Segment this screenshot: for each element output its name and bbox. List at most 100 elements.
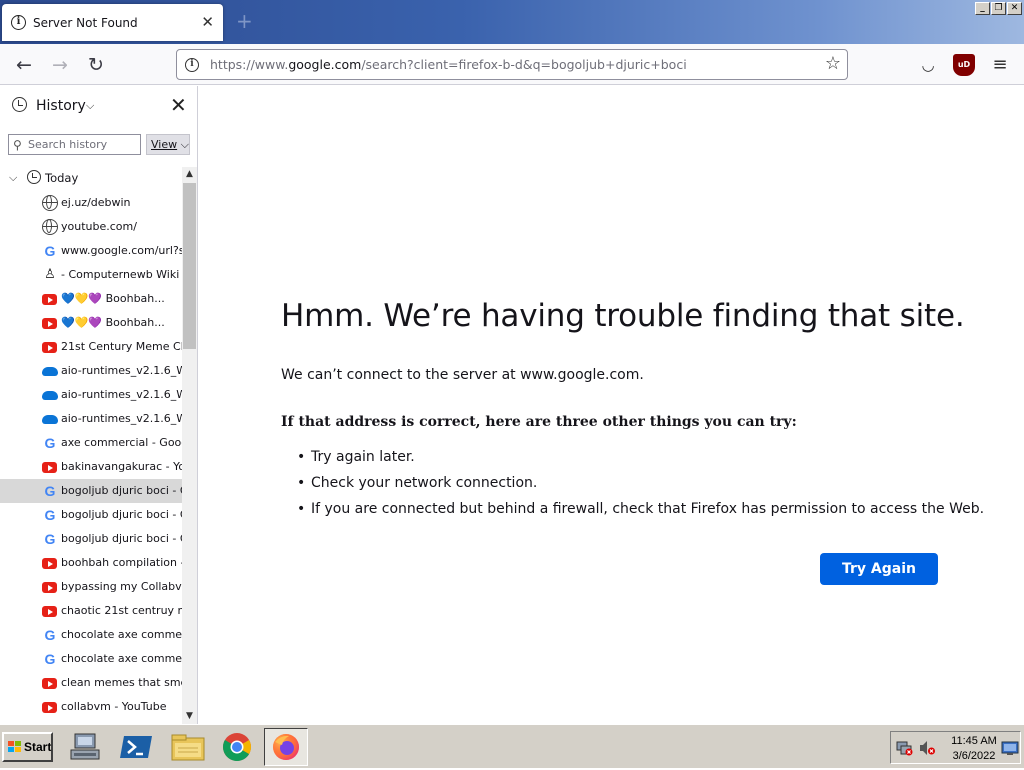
start-label: Start <box>24 740 52 754</box>
history-item-label: youtube.com/ <box>61 220 137 233</box>
sidebar-close-button[interactable]: ✕ <box>170 92 187 118</box>
history-item-label: www.google.com/url?sa= <box>61 244 182 257</box>
hamburger-menu-icon[interactable]: ≡ <box>989 54 1011 76</box>
youtube-icon <box>42 462 57 473</box>
error-page: Hmm. We’re having trouble finding that s… <box>199 86 1024 724</box>
history-group-today[interactable]: ⌵ Today <box>0 167 182 189</box>
suggestion-item: If you are connected but behind a firewa… <box>297 496 984 522</box>
error-description: We can’t connect to the server at www.go… <box>281 367 644 383</box>
new-tab-button[interactable]: + <box>236 11 253 31</box>
try-again-button[interactable]: Try Again <box>820 553 938 585</box>
restore-button[interactable]: ❐ <box>991 2 1006 15</box>
network-icon[interactable] <box>63 728 107 766</box>
forward-button[interactable]: → <box>47 52 73 78</box>
history-item[interactable]: ♙ - Computernewb Wiki <box>0 263 182 287</box>
history-group-label: Today <box>45 171 79 185</box>
error-title: Hmm. We’re having trouble finding that s… <box>281 298 965 334</box>
scroll-down-arrow-icon[interactable]: ▼ <box>182 709 197 724</box>
history-item[interactable]: Gchocolate axe commercia <box>0 623 182 647</box>
chevron-down-icon: ⌵ <box>180 138 189 151</box>
explorer-icon[interactable] <box>166 728 210 766</box>
clock-date[interactable]: 3/6/2022 <box>951 749 997 763</box>
history-search-box[interactable]: ⚲ <box>8 134 141 155</box>
chrome-icon[interactable] <box>215 728 259 766</box>
ublock-origin-icon[interactable]: uD <box>953 54 975 76</box>
history-item[interactable]: Gchocolate axe commercia <box>0 647 182 671</box>
error-suggestions-heading: If that address is correct, here are thr… <box>281 414 797 430</box>
google-icon: G <box>44 507 56 523</box>
history-item[interactable]: aio-runtimes_v2.1.6_Win <box>0 359 182 383</box>
history-item[interactable]: aio-runtimes_v2.1.6_Win <box>0 407 182 431</box>
today-clock-icon <box>27 170 41 184</box>
site-info-icon[interactable]: i <box>185 58 199 72</box>
sidebar-scrollbar[interactable]: ▲ ▼ <box>182 167 197 724</box>
powershell-icon[interactable] <box>115 728 159 766</box>
history-item-label: bogoljub djuric boci - Goo <box>61 484 182 497</box>
pocket-icon[interactable]: ◡ <box>917 54 939 76</box>
firefox-icon[interactable] <box>264 728 308 766</box>
history-item[interactable]: Gbogoljub djuric boci - Goo <box>0 479 182 503</box>
history-item[interactable]: bypassing my Collabvm b <box>0 575 182 599</box>
history-item[interactable]: youtube.com/ <box>0 215 182 239</box>
google-icon: G <box>44 483 56 499</box>
onedrive-icon <box>42 391 58 400</box>
history-item-label: - Computernewb Wiki <box>61 268 180 281</box>
windows-logo-icon <box>8 741 21 753</box>
history-tree: ⌵ Today ej.uz/debwin youtube.com/Gwww.goo… <box>0 167 182 718</box>
network-tray-icon[interactable] <box>896 740 913 756</box>
history-item[interactable]: collabvm - YouTube <box>0 695 182 718</box>
history-item[interactable]: 💙💛💜 Boohbah... <box>0 311 182 335</box>
globe-icon <box>42 195 58 211</box>
history-item[interactable]: aio-runtimes_v2.1.6_Win <box>0 383 182 407</box>
reload-button[interactable]: ↻ <box>83 52 109 78</box>
google-icon: G <box>44 627 56 643</box>
history-item-label: 21st Century Meme Chao <box>61 340 182 353</box>
navigation-toolbar: ← → ↻ i https://www.google.com/search?cl… <box>0 44 1024 85</box>
history-item-label: bogoljub djuric boci - Goo <box>61 508 182 521</box>
history-item[interactable]: Gbogoljub djuric boci - Goo <box>0 527 182 551</box>
volume-muted-icon[interactable] <box>919 740 936 756</box>
url-text[interactable]: https://www.google.com/search?client=fir… <box>210 57 687 73</box>
history-item[interactable]: boohbah compilation - Yo <box>0 551 182 575</box>
window-controls: _ ❐ ✕ <box>975 2 1022 15</box>
window-close-button[interactable]: ✕ <box>1007 2 1022 15</box>
history-item-label: bakinavangakurac - YouT <box>61 460 182 473</box>
history-item[interactable]: Gwww.google.com/url?sa= <box>0 239 182 263</box>
youtube-icon <box>42 342 57 353</box>
history-item-label: 💙💛💜 Boohbah... <box>61 292 165 305</box>
history-item[interactable]: Gbogoljub djuric boci - Goo <box>0 503 182 527</box>
history-item-label: ej.uz/debwin <box>61 196 131 209</box>
history-item[interactable]: 💙💛💜 Boohbah... <box>0 287 182 311</box>
onedrive-icon <box>42 367 58 376</box>
start-button[interactable]: Start <box>2 732 53 762</box>
view-button[interactable]: View ⌵ <box>146 134 190 155</box>
history-item-label: collabvm - YouTube <box>61 700 167 713</box>
google-icon: G <box>44 243 56 259</box>
back-button[interactable]: ← <box>11 52 37 78</box>
history-item[interactable]: chaotic 21st centruy mem <box>0 599 182 623</box>
scrollbar-thumb[interactable] <box>183 183 196 349</box>
history-item[interactable]: 21st Century Meme Chao <box>0 335 182 359</box>
scroll-up-arrow-icon[interactable]: ▲ <box>182 167 197 182</box>
bookmark-star-icon[interactable]: ☆ <box>825 53 841 75</box>
history-item[interactable]: Gaxe commercial - Google <box>0 431 182 455</box>
sidebar-switcher-chevron-icon[interactable]: ⌵ <box>86 96 94 116</box>
wiki-icon: ♙ <box>44 267 56 282</box>
history-item-label: chaotic 21st centruy mem <box>61 604 182 617</box>
suggestion-item: Check your network connection. <box>297 470 984 496</box>
history-item[interactable]: bakinavangakurac - YouT <box>0 455 182 479</box>
history-item[interactable]: clean memes that smell lik <box>0 671 182 695</box>
clock-time[interactable]: 11:45 AM <box>951 734 997 748</box>
url-bar[interactable]: i https://www.google.com/search?client=f… <box>176 49 848 80</box>
history-item[interactable]: ej.uz/debwin <box>0 191 182 215</box>
windows-taskbar: Start 11:45 AM 3/6/2022 <box>0 724 1024 768</box>
history-search-input[interactable] <box>28 137 136 153</box>
twisty-chevron-icon[interactable]: ⌵ <box>9 170 17 186</box>
tab-server-not-found[interactable]: i Server Not Found ✕ <box>2 4 223 41</box>
sidebar-title[interactable]: History <box>36 96 86 116</box>
history-item-label: axe commercial - Google <box>61 436 182 449</box>
tab-close-icon[interactable]: ✕ <box>201 13 214 31</box>
minimize-button[interactable]: _ <box>975 2 990 15</box>
history-item-label: 💙💛💜 Boohbah... <box>61 316 165 329</box>
show-desktop-icon[interactable] <box>1001 740 1019 756</box>
